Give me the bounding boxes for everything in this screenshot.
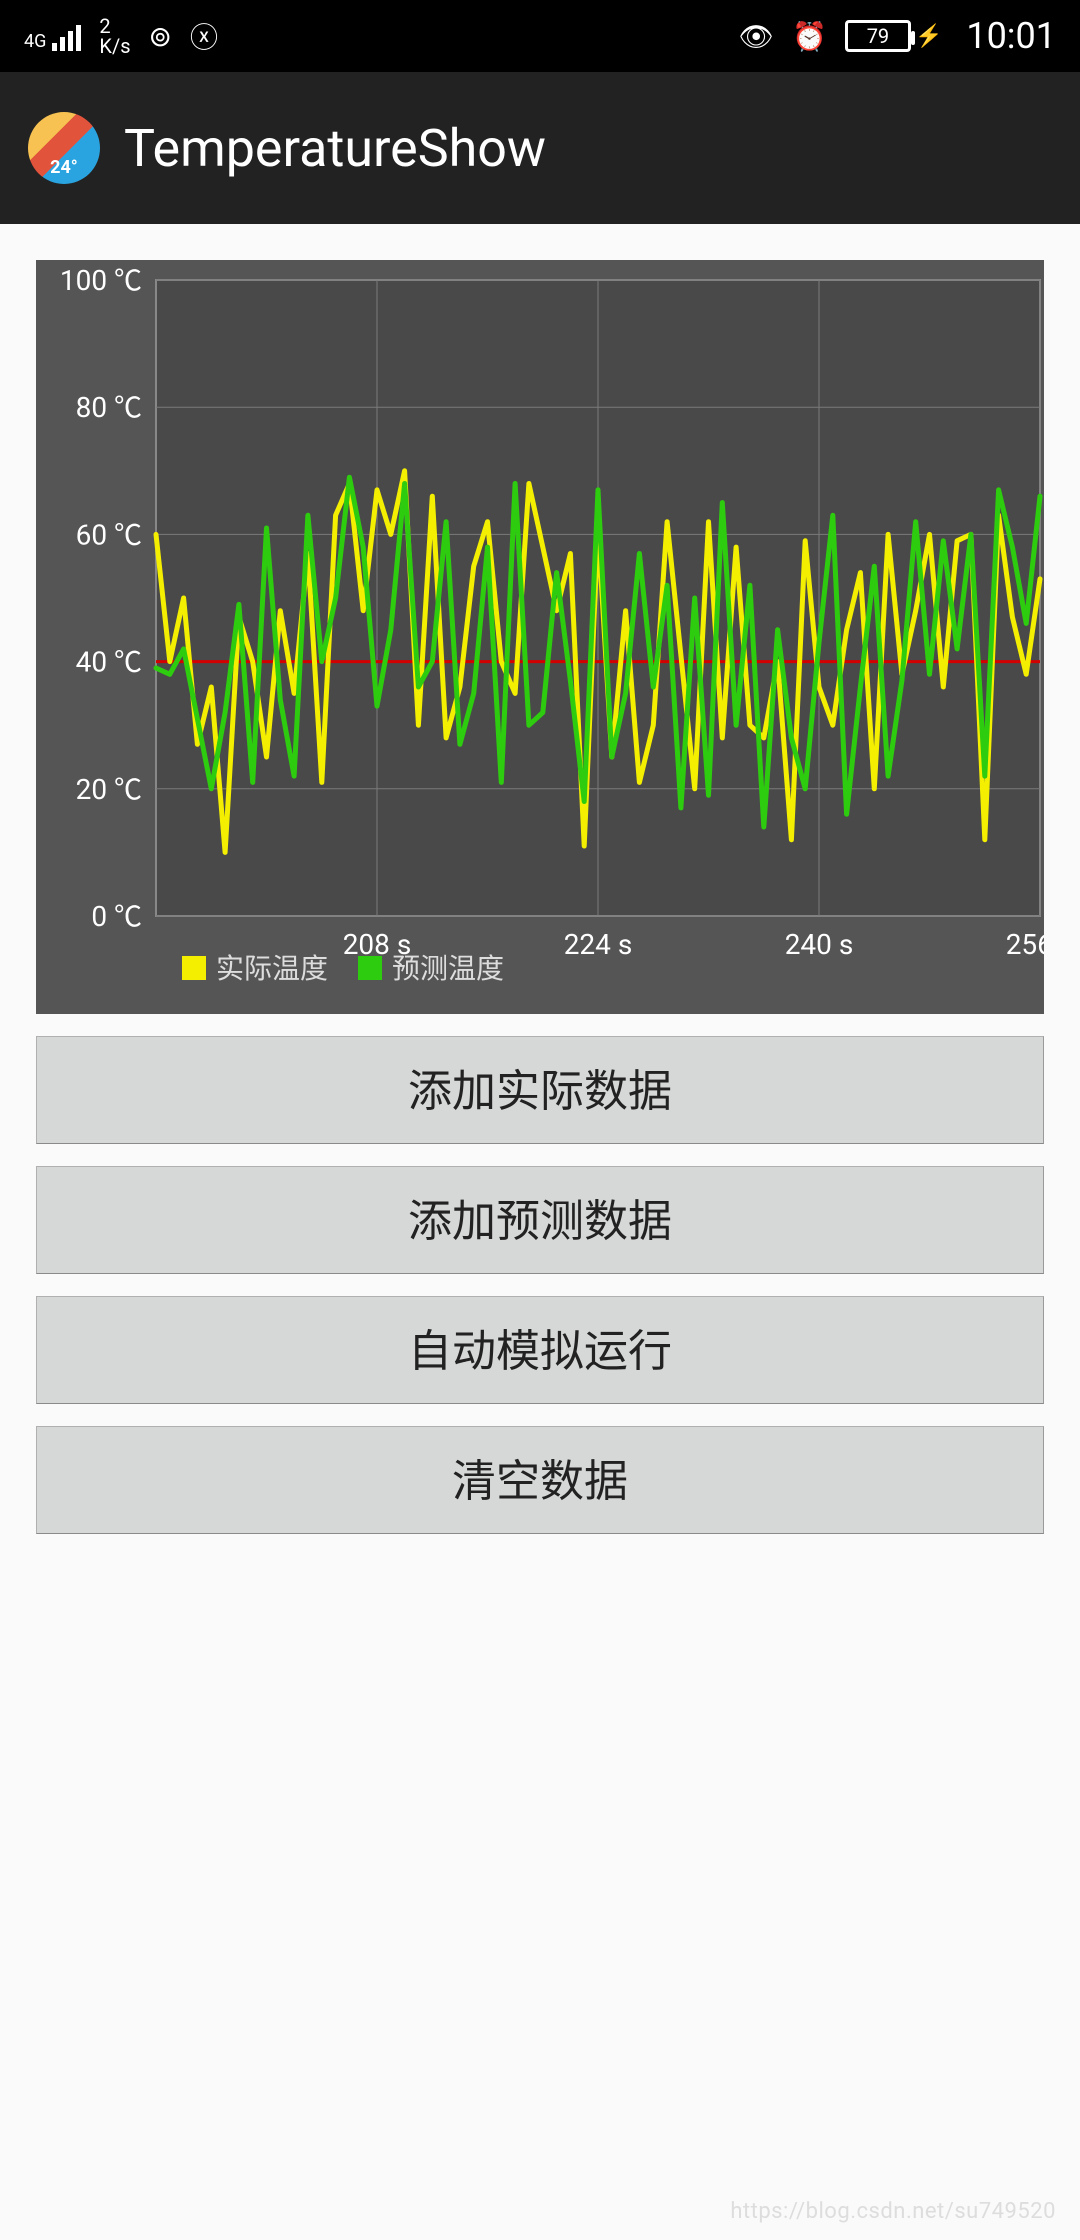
eye-icon: 👁 [739,20,775,53]
battery-icon: 79 ⚡ [845,20,942,52]
svg-text:40 ℃: 40 ℃ [76,646,142,679]
auto-run-button[interactable]: 自动模拟运行 [36,1296,1044,1404]
clear-button[interactable]: 清空数据 [36,1426,1044,1534]
svg-text:20 ℃: 20 ℃ [76,773,142,806]
status-left: 4G 2 K/s ⊚ ⓧ [24,16,218,56]
add-predict-button[interactable]: 添加预测数据 [36,1166,1044,1274]
add-real-button[interactable]: 添加实际数据 [36,1036,1044,1144]
svg-text:240 s: 240 s [785,928,854,961]
app-title: TemperatureShow [124,118,546,179]
svg-text:实际温度: 实际温度 [216,952,328,985]
signal-icon [52,21,81,51]
music-icon: ⊚ [149,20,172,53]
svg-text:0 ℃: 0 ℃ [91,900,142,933]
app-icon: 24° [28,112,100,184]
speed-indicator: 2 K/s [99,16,130,56]
temperature-chart[interactable]: 0 ℃20 ℃40 ℃60 ℃80 ℃100 ℃208 s224 s240 s2… [36,260,1044,1014]
wifi-off-icon: ⓧ [190,16,218,56]
status-right: 👁 ⏰ 79 ⚡ 10:01 [739,15,1056,57]
app-bar: 24° TemperatureShow [0,72,1080,224]
network-icon: 4G [24,21,81,51]
clock: 10:01 [966,15,1056,57]
svg-text:100 ℃: 100 ℃ [60,264,142,297]
status-bar: 4G 2 K/s ⊚ ⓧ 👁 ⏰ 79 ⚡ 10:01 [0,0,1080,72]
svg-text:224 s: 224 s [564,928,633,961]
charging-icon: ⚡ [915,24,942,49]
svg-text:256 s: 256 s [1006,928,1044,961]
svg-text:预测温度: 预测温度 [392,952,504,985]
svg-text:60 ℃: 60 ℃ [76,518,142,551]
chart-svg: 0 ℃20 ℃40 ℃60 ℃80 ℃100 ℃208 s224 s240 s2… [36,260,1044,1014]
alarm-icon: ⏰ [792,20,827,53]
svg-text:80 ℃: 80 ℃ [76,391,142,424]
content-area: 0 ℃20 ℃40 ℃60 ℃80 ℃100 ℃208 s224 s240 s2… [0,224,1080,1570]
watermark: https://blog.csdn.net/su749520 [730,2199,1056,2224]
